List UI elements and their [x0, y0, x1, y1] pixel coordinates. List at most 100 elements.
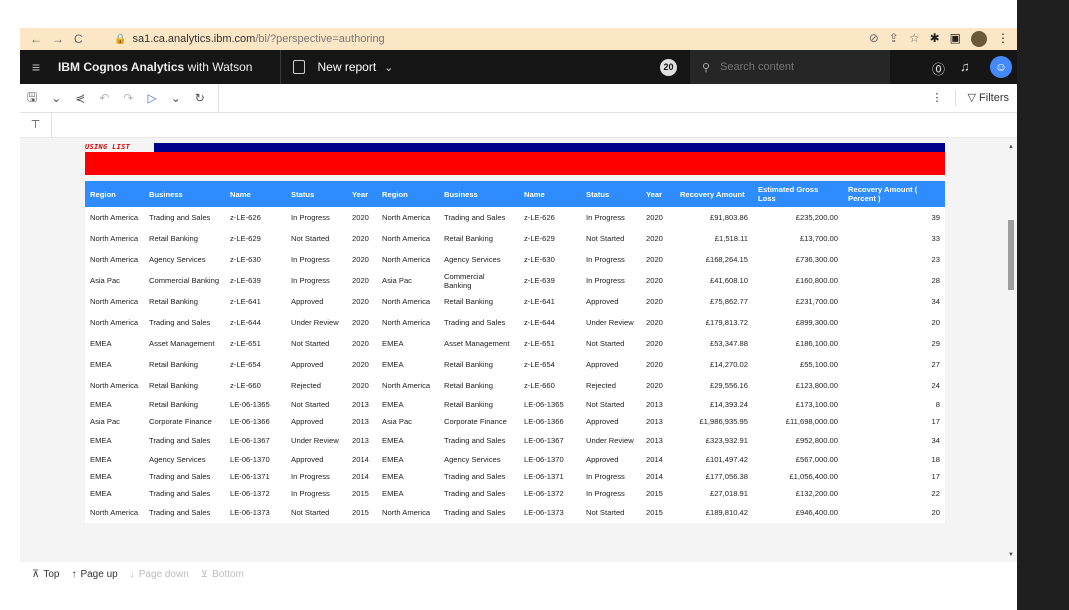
table-cell: Agency Services	[144, 451, 225, 468]
column-header[interactable]: Name	[519, 181, 581, 207]
table-row[interactable]: EMEA Agency Services LE-06-1370 Approved 201…	[85, 451, 945, 468]
back-icon[interactable]: ←	[30, 32, 42, 46]
reload-icon[interactable]: C	[74, 32, 83, 46]
forward-icon[interactable]: →	[52, 32, 64, 46]
column-header[interactable]: Name	[225, 181, 286, 207]
run-options-icon[interactable]: ⌄	[164, 91, 188, 105]
column-header[interactable]: Estimated Gross Loss	[753, 181, 843, 207]
table-cell: Not Started	[581, 333, 641, 354]
user-avatar[interactable]: ☺	[990, 56, 1012, 78]
column-header[interactable]: Status	[286, 181, 347, 207]
share-icon[interactable]: ⇪	[889, 31, 899, 47]
table-cell: z-LE-660	[225, 375, 286, 396]
table-cell: Asia Pac	[377, 270, 439, 291]
chevron-down-icon[interactable]: ⌄	[384, 61, 393, 74]
help-icon[interactable]: ⓪	[932, 59, 945, 78]
table-row[interactable]: Asia Pac Commercial Banking z-LE-639 In Pro…	[85, 270, 945, 291]
report-list-table[interactable]: Region Business Name Status Year Region Busine…	[85, 181, 945, 523]
table-row[interactable]: North America Retail Banking z-LE-660 Rejec…	[85, 375, 945, 396]
table-cell: Not Started	[286, 228, 347, 249]
table-row[interactable]: Asia Pac Corporate Finance LE-06-1366 Appro…	[85, 413, 945, 430]
kebab-menu-icon[interactable]: ⋮	[997, 31, 1009, 47]
page-down-button[interactable]: ↓ Page down	[130, 569, 189, 580]
eye-off-icon[interactable]: ⊘	[869, 31, 879, 47]
page-up-button[interactable]: ↑ Page up	[71, 569, 117, 580]
scroll-up-icon[interactable]: ▲	[1008, 144, 1014, 150]
header-divider	[280, 50, 282, 84]
save-dropdown-icon[interactable]: ⌄	[44, 91, 68, 105]
column-header[interactable]: Year	[347, 181, 377, 207]
table-cell: Under Review	[286, 430, 347, 451]
notifications-bell-icon[interactable]: ♫	[960, 59, 970, 74]
share-icon[interactable]: ⋞	[68, 91, 92, 105]
paint-format-icon[interactable]: ⊤	[20, 113, 52, 138]
save-icon[interactable]: 🖫	[20, 88, 44, 109]
table-row[interactable]: EMEA Trading and Sales LE-06-1367 Under Rev…	[85, 430, 945, 451]
table-cell: Not Started	[581, 228, 641, 249]
column-header[interactable]: Status	[581, 181, 641, 207]
table-row[interactable]: EMEA Asset Management z-LE-651 Not Started 2…	[85, 333, 945, 354]
table-cell: Not Started	[286, 396, 347, 413]
bottom-button[interactable]: ⊻ Bottom	[201, 569, 244, 580]
table-cell: In Progress	[286, 270, 347, 291]
notification-count-badge[interactable]: 20	[660, 59, 677, 76]
table-cell: Not Started	[286, 502, 347, 523]
search-input[interactable]	[720, 61, 881, 73]
table-cell: z-LE-651	[519, 333, 581, 354]
table-row[interactable]: EMEA Retail Banking z-LE-654 Approved 2020 EM…	[85, 354, 945, 375]
table-cell: Trading and Sales	[144, 207, 225, 228]
sidepanel-icon[interactable]: ▣	[950, 31, 961, 47]
column-header[interactable]: Business	[144, 181, 225, 207]
table-cell: £946,400.00	[753, 502, 843, 523]
table-row[interactable]: North America Trading and Sales z-LE-626 In…	[85, 207, 945, 228]
column-header[interactable]: Recovery Amount ( Percent )	[843, 181, 945, 207]
bottom-icon: ⊻	[200, 568, 209, 580]
table-cell: £1,056,400.00	[753, 468, 843, 485]
report-toolbar: 🖫 ⌄ ⋞ ↶ ↷ ▷ ⌄ ↻ ⋮ ▽ Filters	[20, 83, 1017, 113]
canvas-scrollbar[interactable]: ▲ ▼	[1005, 138, 1017, 562]
extensions-icon[interactable]: ✱	[930, 31, 940, 47]
table-cell: 2020	[347, 333, 377, 354]
run-icon[interactable]: ▷	[140, 91, 163, 105]
table-cell: LE-06-1372	[519, 485, 581, 502]
more-options-icon[interactable]: ⋮	[932, 91, 943, 106]
column-header[interactable]: Region	[85, 181, 144, 207]
report-canvas: USING LIST Region Business Name Status Year R…	[20, 138, 1005, 562]
table-row[interactable]: EMEA Trading and Sales LE-06-1371 In Progre…	[85, 468, 945, 485]
top-button[interactable]: ⊼ Top	[32, 569, 59, 580]
table-cell: z-LE-639	[225, 270, 286, 291]
lock-icon[interactable]: 🔒	[114, 34, 126, 45]
app-header: ≡ IBM Cognos Analytics with Watson New r…	[20, 50, 1017, 84]
report-title[interactable]: New report	[317, 60, 376, 74]
redo-icon[interactable]: ↷	[116, 91, 140, 105]
bookmark-star-icon[interactable]: ☆	[909, 31, 920, 47]
column-header[interactable]: Business	[439, 181, 519, 207]
table-row[interactable]: North America Retail Banking z-LE-629 Not S…	[85, 228, 945, 249]
table-row[interactable]: North America Agency Services z-LE-630 In P…	[85, 249, 945, 270]
scroll-down-icon[interactable]: ▼	[1008, 552, 1014, 558]
table-cell: LE-06-1371	[519, 468, 581, 485]
table-row[interactable]: EMEA Trading and Sales LE-06-1372 In Progre…	[85, 485, 945, 502]
column-header[interactable]: Region	[377, 181, 439, 207]
profile-avatar[interactable]	[971, 31, 987, 47]
table-cell: EMEA	[85, 354, 144, 375]
column-header[interactable]: Recovery Amount	[675, 181, 753, 207]
table-cell: £91,803.86	[675, 207, 753, 228]
table-cell: EMEA	[85, 468, 144, 485]
table-cell: EMEA	[377, 468, 439, 485]
table-cell: £11,698,000.00	[753, 413, 843, 430]
table-row[interactable]: North America Retail Banking z-LE-641 Appro…	[85, 291, 945, 312]
table-row[interactable]: North America Trading and Sales z-LE-644 Un…	[85, 312, 945, 333]
column-header[interactable]: Year	[641, 181, 675, 207]
url-field[interactable]: sa1.ca.analytics.ibm.com/bi/?perspective…	[132, 33, 384, 45]
refresh-icon[interactable]: ↻	[188, 91, 212, 105]
table-cell: £1,518.11	[675, 228, 753, 249]
table-cell: 17	[843, 468, 945, 485]
table-row[interactable]: North America Trading and Sales LE-06-1373…	[85, 502, 945, 523]
hamburger-menu-icon[interactable]: ≡	[20, 59, 52, 75]
scrollbar-thumb[interactable]	[1008, 220, 1014, 290]
table-cell: z-LE-660	[519, 375, 581, 396]
table-row[interactable]: EMEA Retail Banking LE-06-1365 Not Started 2…	[85, 396, 945, 413]
undo-icon[interactable]: ↶	[92, 91, 116, 105]
filters-button[interactable]: ▽ Filters	[968, 91, 1009, 106]
